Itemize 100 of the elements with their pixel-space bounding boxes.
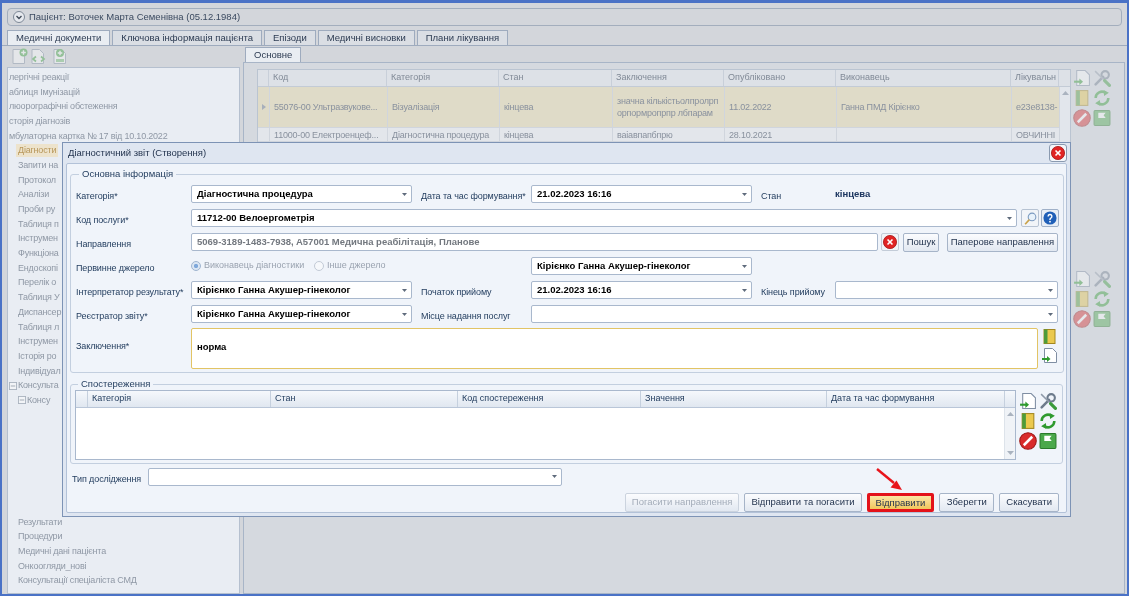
interpreter-dropdown[interactable]: Кірієнко Ганна Акушер-гінеколог bbox=[191, 281, 412, 299]
tree-item[interactable]: Ендоскопі bbox=[16, 261, 60, 275]
column-header[interactable]: Опубліковано bbox=[728, 71, 786, 85]
tab[interactable]: Епізоди bbox=[263, 30, 316, 45]
table-cell: e23e8138- bbox=[1016, 101, 1058, 113]
button[interactable]: Скасувати bbox=[999, 493, 1059, 512]
tree-item[interactable]: Перелік о bbox=[16, 276, 59, 290]
column-header[interactable]: Значення bbox=[645, 392, 685, 406]
button[interactable]: Відправити та погасити bbox=[744, 493, 862, 512]
tree-item[interactable]: аблиця Імунізацій bbox=[8, 85, 82, 99]
tree-item[interactable]: Проби ру bbox=[16, 203, 57, 217]
tree-item[interactable]: лергічні реакції bbox=[8, 70, 72, 84]
tree-item[interactable]: Медичні дані пацієнта bbox=[16, 545, 108, 559]
refresh-icon[interactable] bbox=[1039, 412, 1057, 430]
tree-item[interactable]: Інструмен bbox=[16, 335, 60, 349]
column-header[interactable]: Виконавець bbox=[840, 71, 890, 85]
close-button[interactable] bbox=[1049, 144, 1067, 162]
button[interactable]: Зберегти bbox=[939, 493, 995, 512]
tree-item[interactable]: Онкоогляди_нові bbox=[16, 559, 89, 573]
tree-item[interactable]: Аналізи bbox=[16, 188, 51, 202]
table-cell: ваіавпапбпрю bbox=[617, 128, 673, 141]
help-button[interactable] bbox=[1041, 209, 1059, 227]
book-icon[interactable] bbox=[1019, 412, 1037, 430]
field-label: Реєстратор звіту* bbox=[76, 311, 148, 321]
help-icon bbox=[1043, 211, 1057, 225]
tree-item[interactable]: Інструмен bbox=[16, 232, 60, 246]
no-entry-icon[interactable] bbox=[1019, 432, 1037, 450]
column-header[interactable]: Дата та час формування bbox=[831, 392, 935, 406]
tree-item[interactable]: Запити на bbox=[16, 158, 61, 172]
column-header[interactable]: Стан bbox=[503, 71, 524, 85]
study-type-dropdown[interactable] bbox=[148, 467, 562, 486]
button[interactable]: Пошук bbox=[903, 232, 939, 252]
button[interactable]: Паперове направлення bbox=[947, 232, 1058, 252]
scroll-up-icon[interactable] bbox=[1061, 91, 1069, 95]
document-arrow-icon[interactable] bbox=[1019, 392, 1037, 410]
table-cell: кінцева bbox=[504, 128, 534, 141]
scrollbar[interactable] bbox=[1004, 408, 1015, 459]
registrar-dropdown[interactable]: Кірієнко Ганна Акушер-гінеколог bbox=[191, 305, 412, 323]
scroll-down-icon[interactable] bbox=[1006, 451, 1014, 455]
table-cell: 28.10.2021 bbox=[729, 128, 773, 141]
column-header[interactable]: Стан bbox=[275, 392, 296, 406]
tab[interactable]: Плани лікування bbox=[416, 30, 509, 45]
tools-icon[interactable] bbox=[1039, 392, 1057, 410]
field-label: Початок прийому bbox=[421, 287, 492, 297]
tree-item[interactable]: Диспансер bbox=[16, 305, 64, 319]
table-cell: 11000-00 Електроенцеф... bbox=[274, 128, 379, 141]
tree-item[interactable]: Протокол bbox=[16, 173, 58, 187]
tree-item[interactable]: Консультації спеціаліста СМД bbox=[16, 574, 139, 588]
tab[interactable]: Ключова інформація пацієнта bbox=[112, 30, 262, 45]
date-dropdown[interactable]: 21.02.2023 16:16 bbox=[531, 185, 752, 203]
tree-item[interactable]: Таблиця л bbox=[16, 320, 62, 334]
button[interactable]: Відправити bbox=[866, 493, 935, 512]
tree-item[interactable]: сторія діагнозів bbox=[8, 114, 73, 128]
tab[interactable]: Основне bbox=[245, 47, 302, 62]
chevron-down-icon[interactable] bbox=[13, 11, 25, 23]
column-header[interactable]: Код bbox=[273, 71, 289, 85]
column-header[interactable]: Лікувальн bbox=[1015, 71, 1057, 85]
tree-item[interactable]: Консульта bbox=[16, 379, 61, 393]
conclusion-field[interactable]: норма bbox=[191, 328, 1038, 369]
service-code-dropdown[interactable]: 11712-00 Велоергометрія bbox=[191, 209, 1017, 227]
close-icon bbox=[1051, 146, 1065, 160]
arrow-icon bbox=[876, 468, 903, 491]
date-dropdown[interactable]: 21.02.2023 16:16 bbox=[531, 281, 752, 299]
category-dropdown[interactable]: Діагностична процедура bbox=[191, 185, 412, 203]
column-header[interactable]: Заключення bbox=[616, 71, 667, 85]
table-row[interactable]: 11000-00 Електроенцеф... Діагностична процедура кінцева ваіавпапбпрю 28.10.2021 ОВЧИННІ bbox=[258, 128, 1060, 142]
table-row[interactable]: 55076-00 Ультразвукове... Візуалізація кінцева значна кількістьолпролрп орпормропрпр лбпарам 11.02.2022 Ганна ПМД Кірієнко e23e8138- bbox=[258, 87, 1060, 128]
column-header[interactable]: Категорія bbox=[391, 71, 431, 85]
tab[interactable]: Медичні документи bbox=[7, 30, 111, 45]
collapse-icon[interactable] bbox=[18, 396, 26, 405]
tree-item[interactable]: Таблиця п bbox=[16, 217, 61, 231]
document-arrow-icon[interactable] bbox=[1041, 347, 1058, 364]
scroll-up-icon[interactable] bbox=[1006, 412, 1014, 416]
tree-item[interactable]: Результати bbox=[16, 515, 64, 529]
table-cell: Візуалізація bbox=[392, 101, 440, 113]
collapse-icon[interactable] bbox=[9, 381, 17, 390]
book-icon[interactable] bbox=[1041, 328, 1058, 345]
tree-item[interactable]: Процедури bbox=[16, 530, 65, 544]
tree-item[interactable]: мбулаторна картка № 17 від 10.10.2022 bbox=[8, 129, 170, 143]
column-header[interactable]: Категорія bbox=[92, 392, 132, 406]
table-cell-text: значна кількістьолпролрп орпормропрпр лбпарам bbox=[617, 95, 720, 119]
tree-item[interactable]: Консу bbox=[25, 393, 53, 407]
search-button[interactable] bbox=[1021, 209, 1039, 227]
tree-item[interactable]: Таблиця У bbox=[16, 291, 62, 305]
field-label: Категорія* bbox=[76, 191, 118, 201]
place-dropdown[interactable] bbox=[531, 305, 1058, 323]
tree-item[interactable]: Історія ро bbox=[16, 349, 59, 363]
caret-icon bbox=[742, 288, 747, 292]
column-header[interactable]: Код спостереження bbox=[462, 392, 544, 406]
clear-button[interactable] bbox=[881, 233, 899, 251]
tab[interactable]: Медичні висновки bbox=[317, 30, 415, 45]
tree-item[interactable]: Діагности bbox=[16, 144, 59, 158]
tree-item[interactable]: люорографічні обстеження bbox=[8, 100, 120, 114]
group-title: Основна інформація bbox=[81, 168, 175, 180]
status-value: кінцева bbox=[835, 186, 871, 201]
flag-icon[interactable] bbox=[1039, 432, 1057, 450]
tree-item[interactable]: Індивідуал bbox=[16, 364, 63, 378]
tree-item[interactable]: Функціона bbox=[16, 247, 61, 261]
date-dropdown[interactable] bbox=[835, 281, 1058, 299]
field-label: Кінець прийому bbox=[761, 287, 825, 297]
